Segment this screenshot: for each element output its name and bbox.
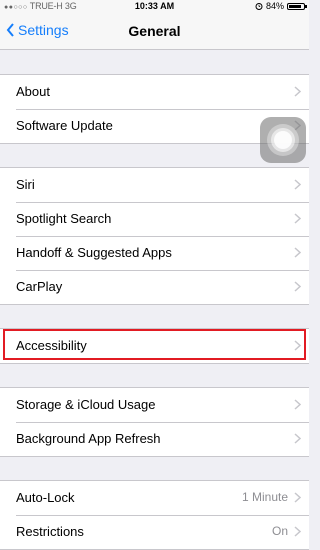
chevron-right-icon	[294, 399, 301, 410]
settings-group-accessibility: Accessibility	[0, 328, 309, 364]
row-label: Siri	[16, 177, 35, 192]
settings-row-auto-lock[interactable]: Auto-Lock 1 Minute	[0, 481, 309, 515]
settings-group-storage: Storage & iCloud Usage Background App Re…	[0, 387, 309, 457]
row-label: Storage & iCloud Usage	[16, 397, 156, 412]
row-label: Restrictions	[16, 524, 84, 539]
chevron-right-icon	[294, 340, 301, 351]
row-label: Accessibility	[16, 338, 87, 353]
chevron-right-icon	[294, 492, 301, 503]
row-value: On	[271, 524, 288, 538]
assistive-touch-ring-inner	[274, 131, 292, 149]
status-right: 84%	[255, 1, 307, 11]
row-label: Software Update	[16, 118, 113, 133]
row-label: Spotlight Search	[16, 211, 112, 226]
row-label: Background App Refresh	[16, 431, 161, 446]
alarm-icon	[255, 3, 263, 10]
page-title: General	[128, 23, 181, 39]
settings-row-spotlight-search[interactable]: Spotlight Search	[0, 202, 309, 236]
settings-row-accessibility[interactable]: Accessibility	[0, 329, 309, 363]
chevron-right-icon	[294, 86, 301, 97]
row-label: CarPlay	[16, 279, 63, 294]
chevron-right-icon	[294, 179, 301, 190]
settings-row-carplay[interactable]: CarPlay	[0, 270, 309, 304]
settings-row-storage[interactable]: Storage & iCloud Usage	[0, 388, 309, 422]
settings-group-lock: Auto-Lock 1 Minute Restrictions On	[0, 480, 309, 550]
settings-group-siri: Siri Spotlight Search Handoff & Suggeste…	[0, 167, 309, 305]
settings-row-about[interactable]: About	[0, 75, 309, 109]
chevron-right-icon	[294, 247, 301, 258]
row-label: About	[16, 84, 50, 99]
settings-row-siri[interactable]: Siri	[0, 168, 309, 202]
row-label: Auto-Lock	[16, 490, 75, 505]
settings-row-restrictions[interactable]: Restrictions On	[0, 515, 309, 549]
row-label: Handoff & Suggested Apps	[16, 245, 172, 260]
battery-fill	[289, 4, 301, 8]
battery-percent: 84%	[265, 1, 284, 11]
chevron-right-icon	[294, 281, 301, 292]
row-value: 1 Minute	[241, 490, 288, 504]
chevron-right-icon	[294, 433, 301, 444]
navigation-bar: Settings General	[0, 13, 309, 50]
settings-row-background-refresh[interactable]: Background App Refresh	[0, 422, 309, 456]
assistive-touch-button[interactable]	[260, 117, 306, 163]
battery-icon	[287, 2, 307, 10]
status-bar: ●●○○○ TRUE-H 3G 10:33 AM 84%	[0, 0, 309, 13]
settings-row-handoff[interactable]: Handoff & Suggested Apps	[0, 236, 309, 270]
chevron-right-icon	[294, 213, 301, 224]
chevron-right-icon	[294, 526, 301, 537]
